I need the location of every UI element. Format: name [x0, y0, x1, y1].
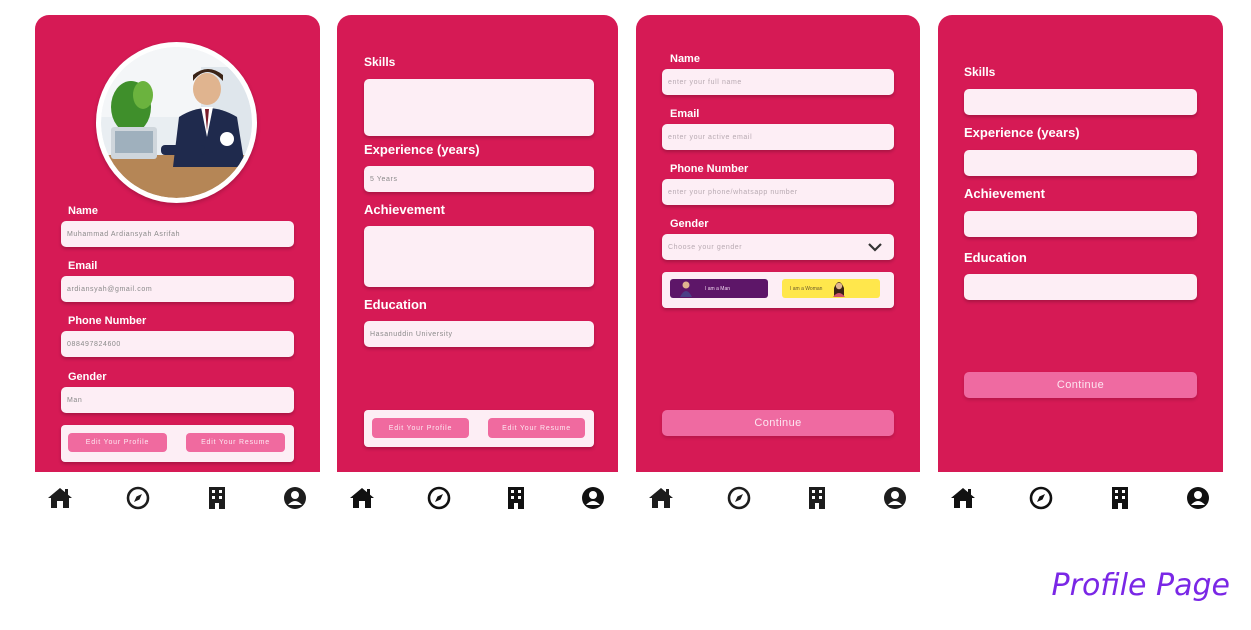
education-label: Education	[964, 250, 1027, 265]
woman-option-label: I am a Woman	[790, 285, 823, 292]
edit-profile-button[interactable]: Edit Your Profile	[68, 433, 167, 452]
resume-screen-view: Skills Experience (years) 5 Years Achiev…	[337, 15, 618, 472]
nav-home-icon[interactable]	[40, 478, 80, 518]
avatar-photo	[101, 47, 252, 198]
education-label: Education	[364, 297, 427, 312]
nav-home-icon[interactable]	[943, 478, 983, 518]
nav-compass-icon[interactable]	[419, 478, 459, 518]
woman-option-button[interactable]: I am a Woman	[782, 279, 880, 298]
nav-user-circle-icon[interactable]	[573, 478, 613, 518]
nav-compass-icon[interactable]	[1021, 478, 1061, 518]
achievement-input[interactable]	[964, 211, 1197, 237]
nav-user-circle-icon[interactable]	[275, 478, 315, 518]
nav-building-icon[interactable]	[496, 478, 536, 518]
nav-user-circle-icon[interactable]	[1178, 478, 1218, 518]
avatar[interactable]	[96, 42, 257, 203]
continue-button[interactable]: Continue	[964, 372, 1197, 398]
phone-field[interactable]: 088497824600	[61, 331, 294, 357]
name-label: Name	[68, 205, 98, 217]
education-field[interactable]: Hasanuddin University	[364, 321, 594, 347]
profile-screen-view: Name Muhammad Ardiansyah Asrifah Email a…	[35, 15, 320, 472]
profile-form-screen: Name enter your full name Email enter yo…	[636, 15, 920, 472]
woman-avatar-icon	[833, 282, 846, 297]
phone-label: Phone Number	[670, 163, 749, 175]
experience-label: Experience (years)	[964, 125, 1080, 140]
gender-select-value: Choose your gender	[668, 243, 743, 251]
nav-building-icon[interactable]	[797, 478, 837, 518]
achievement-label: Achievement	[964, 186, 1045, 201]
email-input[interactable]: enter your active email	[662, 124, 894, 150]
gender-field[interactable]: Man	[61, 387, 294, 413]
bottom-nav	[342, 478, 613, 518]
edit-resume-button[interactable]: Edit Your Resume	[186, 433, 285, 452]
achievement-label: Achievement	[364, 202, 445, 217]
achievement-textarea[interactable]	[364, 226, 594, 287]
name-input[interactable]: enter your full name	[662, 69, 894, 95]
experience-label: Experience (years)	[364, 142, 480, 157]
name-field[interactable]: Muhammad Ardiansyah Asrifah	[61, 221, 294, 247]
experience-input[interactable]	[964, 150, 1197, 176]
skills-input[interactable]	[964, 89, 1197, 115]
nav-compass-icon[interactable]	[719, 478, 759, 518]
skills-textarea[interactable]	[364, 79, 594, 136]
man-option-label: I am a Man	[705, 285, 731, 292]
resume-form-screen: Skills Experience (years) Achievement Ed…	[938, 15, 1223, 472]
gender-label: Gender	[68, 371, 107, 383]
name-label: Name	[670, 53, 700, 65]
page-caption: Profile Page	[1051, 568, 1230, 603]
skills-label: Skills	[964, 65, 996, 79]
email-field[interactable]: ardiansyah@gmail.com	[61, 276, 294, 302]
bottom-nav	[641, 478, 915, 518]
education-input[interactable]	[964, 274, 1197, 300]
gender-label: Gender	[670, 218, 709, 230]
phone-input[interactable]: enter your phone/whatsapp number	[662, 179, 894, 205]
continue-button[interactable]: Continue	[662, 410, 894, 436]
phone-label: Phone Number	[68, 315, 147, 327]
nav-user-circle-icon[interactable]	[875, 478, 915, 518]
nav-building-icon[interactable]	[197, 478, 237, 518]
experience-field[interactable]: 5 Years	[364, 166, 594, 192]
nav-home-icon[interactable]	[342, 478, 382, 518]
man-option-button[interactable]: I am a Man	[670, 279, 768, 298]
nav-compass-icon[interactable]	[118, 478, 158, 518]
email-label: Email	[670, 108, 700, 120]
bottom-nav	[40, 478, 315, 518]
email-label: Email	[68, 260, 98, 272]
nav-home-icon[interactable]	[641, 478, 681, 518]
nav-building-icon[interactable]	[1100, 478, 1140, 518]
edit-resume-button[interactable]: Edit Your Resume	[488, 418, 585, 438]
chevron-down-icon	[868, 243, 882, 252]
gender-select[interactable]: Choose your gender	[662, 234, 894, 260]
skills-label: Skills	[364, 55, 396, 69]
bottom-nav	[943, 478, 1218, 518]
man-avatar-icon	[680, 281, 692, 297]
edit-profile-button[interactable]: Edit Your Profile	[372, 418, 469, 438]
